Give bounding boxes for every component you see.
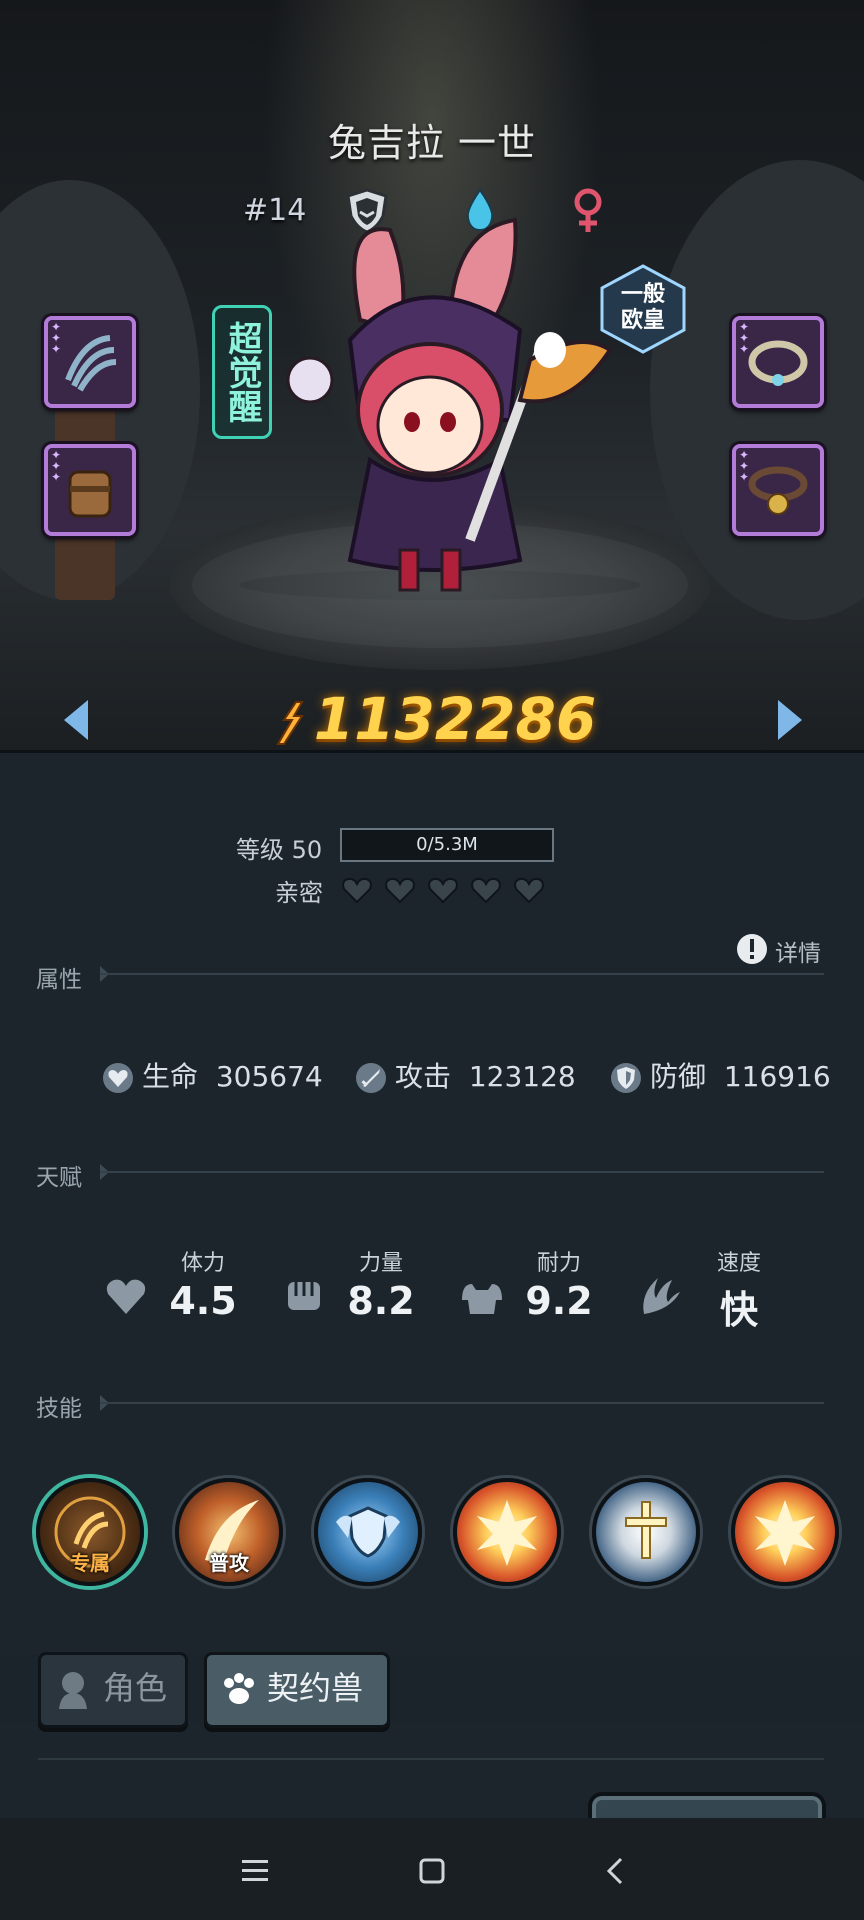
intimacy-heart-icon <box>342 877 372 904</box>
tab-role-label: 角色 <box>103 1669 168 1707</box>
burst-icon <box>755 1500 815 1566</box>
xp-bar: 0/5.3M <box>340 828 554 862</box>
talent-strength-value: 8.2 <box>347 1279 415 1323</box>
skill-exclusive-label: 专属 <box>70 1551 110 1575</box>
stat-attack: 攻击 123128 <box>355 1055 576 1095</box>
skill-basic-attack[interactable]: 普攻 <box>175 1478 283 1586</box>
attributes-heading: 属性 <box>36 967 82 993</box>
shield-icon <box>611 1063 641 1093</box>
system-navigation-bar <box>0 1818 864 1920</box>
intimacy-heart-icon <box>385 877 415 904</box>
shield-wing-icon <box>336 1506 400 1558</box>
exclamation-icon <box>737 934 767 964</box>
tab-role[interactable]: 角色 <box>38 1652 188 1728</box>
equip-slot-necklace[interactable]: ✦ ✦ ✦ <box>732 316 824 408</box>
stat-hp-value: 305674 <box>215 1060 323 1093</box>
tab-pet-label: 契约兽 <box>267 1669 364 1707</box>
burst-icon <box>477 1500 537 1566</box>
rarity-stars: ✦ ✦ ✦ <box>51 448 62 484</box>
skills-divider <box>100 1402 824 1404</box>
stat-attack-value: 123128 <box>468 1060 576 1093</box>
skill-basic-attack-label: 普攻 <box>209 1551 249 1575</box>
combat-power-value: 1132286 <box>313 685 597 750</box>
stat-defense: 防御 116916 <box>610 1055 831 1095</box>
back-icon[interactable] <box>604 1856 626 1886</box>
character-scene: 兔吉拉 一世 #14 ✦ ✦ ✦ ✦ ✦ ✦ ✦ ✦ ✦ ✦ ✦ ✦ 超觉醒 一般 欧皇 <box>0 0 864 750</box>
talent-endurance-value: 9.2 <box>525 1279 593 1323</box>
intimacy-heart-icon <box>514 877 544 904</box>
skill-exclusive[interactable]: 专属 <box>36 1478 144 1586</box>
intimacy-heart-icon <box>471 877 501 904</box>
recent-apps-icon[interactable] <box>240 1858 270 1884</box>
talent-speed: 速度 快 <box>674 1245 804 1334</box>
attributes-divider <box>100 973 824 975</box>
talent-stamina-value: 4.5 <box>169 1279 237 1323</box>
tab-pet[interactable]: 契约兽 <box>204 1652 390 1728</box>
talent-speed-label: 速度 <box>716 1251 761 1276</box>
detail-button[interactable]: 详情 <box>735 932 855 967</box>
talent-endurance: 耐力 9.2 <box>494 1245 624 1323</box>
intimacy-heart-icon <box>428 877 458 904</box>
bottom-divider <box>38 1758 824 1760</box>
talent-divider <box>100 1171 824 1173</box>
heart-shield-icon <box>103 1063 133 1093</box>
paw-icon <box>224 1673 254 1704</box>
rarity-stars: ✦ ✦ ✦ <box>739 448 750 484</box>
person-silhouette-icon <box>59 1672 87 1709</box>
stat-defense-label: 防御 <box>650 1060 707 1093</box>
skill-shield-wing[interactable] <box>314 1478 422 1586</box>
talent-strength-label: 力量 <box>358 1251 403 1276</box>
skill-holy-sword[interactable] <box>592 1478 700 1586</box>
stat-hp: 生命 305674 <box>102 1055 323 1095</box>
equip-slot-bell-collar[interactable]: ✦ ✦ ✦ <box>732 444 824 536</box>
detail-label: 详情 <box>775 941 821 967</box>
talent-stamina: 体力 4.5 <box>138 1245 268 1323</box>
stat-defense-value: 116916 <box>723 1060 831 1093</box>
talent-heading: 天赋 <box>36 1165 82 1191</box>
combat-power: 1132286 <box>0 685 864 750</box>
skill-burst-2[interactable] <box>731 1478 839 1586</box>
intimacy-label: 亲密 <box>275 879 323 907</box>
talent-strength: 力量 8.2 <box>316 1245 446 1323</box>
equip-slot-claw[interactable]: ✦ ✦ ✦ <box>44 316 136 408</box>
stat-attack-label: 攻击 <box>395 1060 452 1093</box>
rarity-stars: ✦ ✦ ✦ <box>739 320 750 356</box>
super-awaken-badge: 超觉醒 <box>212 305 272 439</box>
power-bolt-icon <box>276 700 304 745</box>
talent-speed-value: 快 <box>719 1288 758 1332</box>
holy-sword-icon <box>625 1501 667 1559</box>
talent-endurance-label: 耐力 <box>536 1251 581 1276</box>
level-label: 等级 50 <box>236 836 323 864</box>
equip-slot-armor[interactable]: ✦ ✦ ✦ <box>44 444 136 536</box>
sword-icon <box>356 1063 386 1093</box>
talent-stamina-label: 体力 <box>180 1251 225 1276</box>
home-icon[interactable] <box>418 1857 446 1885</box>
skill-burst-1[interactable] <box>453 1478 561 1586</box>
skills-heading: 技能 <box>36 1396 82 1422</box>
stat-hp-label: 生命 <box>142 1060 199 1093</box>
character-sprite <box>286 217 613 592</box>
rarity-stars: ✦ ✦ ✦ <box>51 320 62 356</box>
character-name: 兔吉拉 一世 <box>327 121 537 165</box>
